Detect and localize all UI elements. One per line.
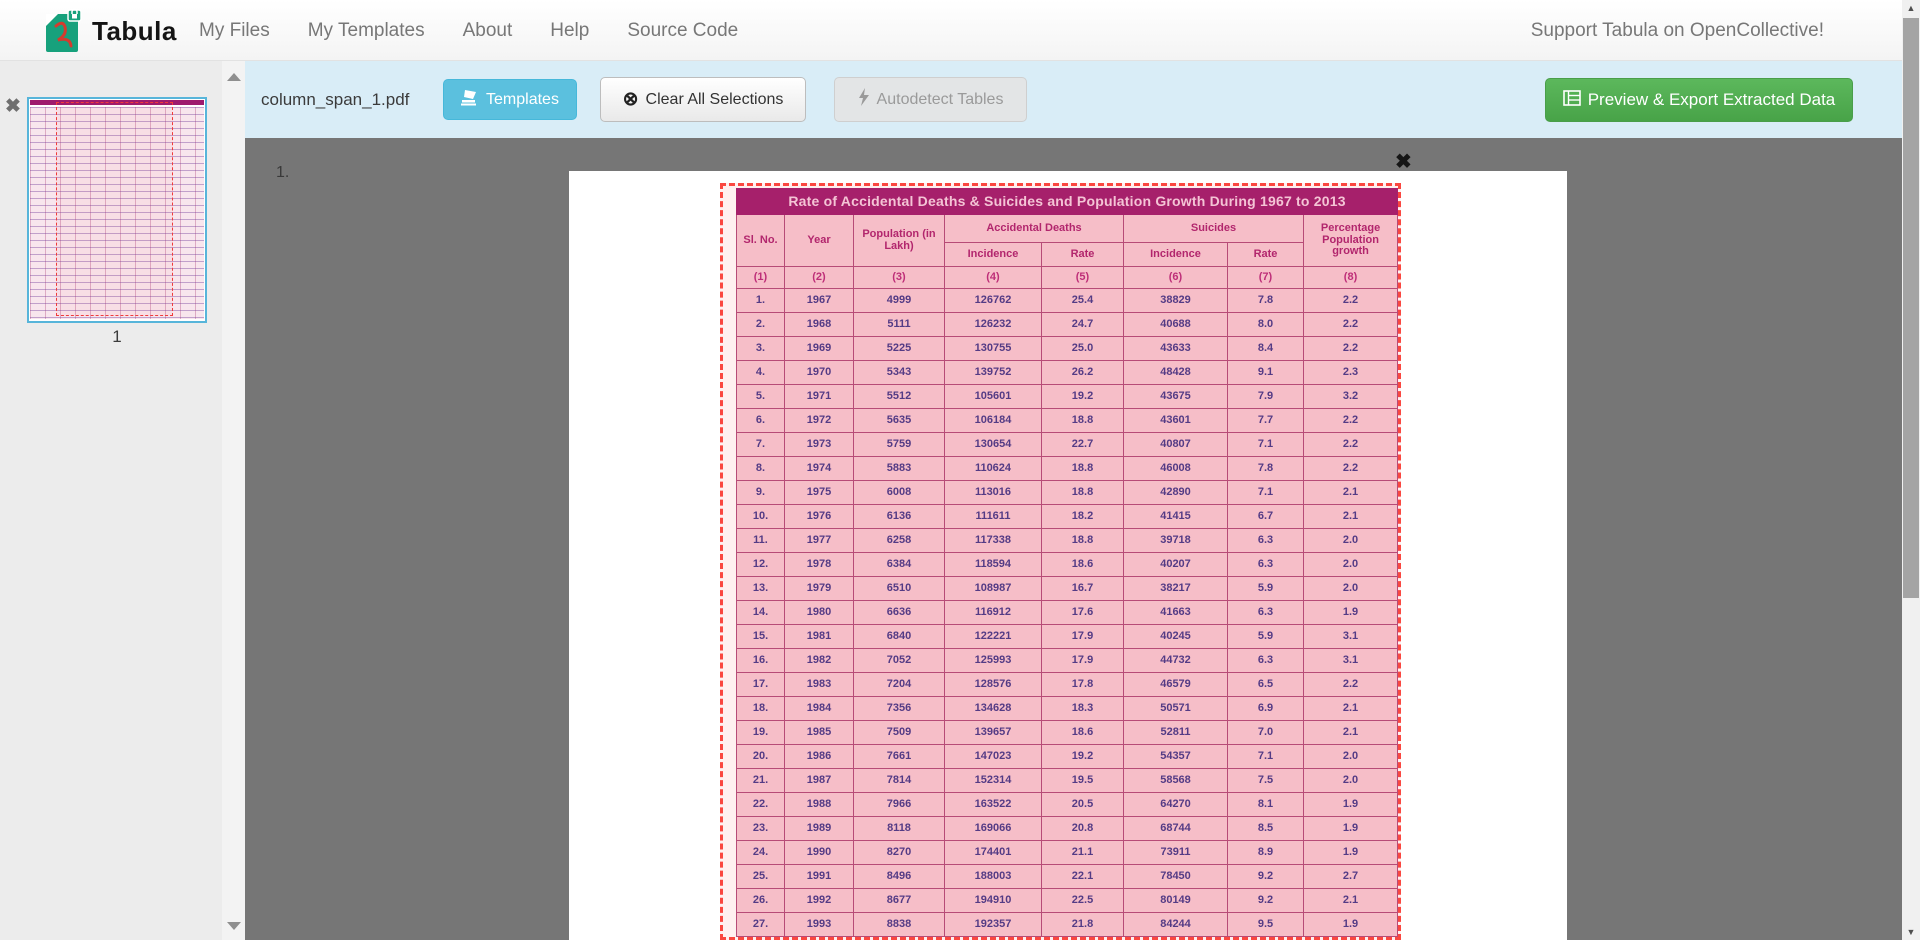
autodetect-tables-button[interactable]: Autodetect Tables xyxy=(834,77,1027,122)
selection-close-icon[interactable]: ✖ xyxy=(1395,152,1412,172)
thumbnail-page-number: 1 xyxy=(27,327,207,347)
browser-scrollbar[interactable]: ▲ ▼ xyxy=(1902,0,1920,940)
stamp-icon xyxy=(461,89,479,111)
tabula-logo-icon xyxy=(44,8,84,54)
page-marker: 1. xyxy=(276,164,289,182)
page-thumbnail[interactable] xyxy=(27,97,207,323)
scrollbar-down-icon[interactable]: ▼ xyxy=(1902,924,1920,940)
autodetect-button-label: Autodetect Tables xyxy=(877,91,1004,109)
lightning-icon xyxy=(858,88,870,111)
scroll-up-icon[interactable] xyxy=(227,73,241,81)
sidebar-scrollbar[interactable] xyxy=(222,61,245,940)
navbar: Tabula My Files My Templates About Help … xyxy=(0,0,1920,61)
remove-page-icon[interactable]: ✖ xyxy=(5,97,21,116)
nav-item-source-code[interactable]: Source Code xyxy=(608,20,757,42)
thumbnail-selection-overlay xyxy=(56,102,173,316)
support-link[interactable]: Support Tabula on OpenCollective! xyxy=(1531,0,1824,61)
nav-item-about[interactable]: About xyxy=(444,20,532,42)
templates-button[interactable]: Templates xyxy=(443,79,577,120)
document-filename: column_span_1.pdf xyxy=(261,61,409,138)
brand-title[interactable]: Tabula xyxy=(92,16,177,47)
document-toolbar: column_span_1.pdf Templates ⊗ Clear All … xyxy=(245,61,1902,138)
scrollbar-thumb[interactable] xyxy=(1903,18,1919,598)
scroll-down-icon[interactable] xyxy=(227,922,241,930)
export-button-label: Preview & Export Extracted Data xyxy=(1588,90,1836,110)
table-list-icon xyxy=(1563,90,1581,111)
nav-item-help[interactable]: Help xyxy=(531,20,608,42)
brand[interactable]: Tabula xyxy=(44,8,177,54)
pdf-viewer-area: 1. Rate of Accidental Deaths & Suicides … xyxy=(245,138,1902,940)
nav-links: My Files My Templates About Help Source … xyxy=(180,0,757,61)
circle-x-icon: ⊗ xyxy=(623,90,639,109)
page-thumbnail-sidebar: ✖ 1 xyxy=(0,61,222,940)
clear-all-selections-button[interactable]: ⊗ Clear All Selections xyxy=(600,77,806,122)
nav-item-my-templates[interactable]: My Templates xyxy=(289,20,444,42)
scrollbar-up-icon[interactable]: ▲ xyxy=(1902,0,1920,16)
nav-item-my-files[interactable]: My Files xyxy=(180,20,289,42)
clear-button-label: Clear All Selections xyxy=(646,91,784,109)
templates-button-label: Templates xyxy=(486,91,559,109)
preview-export-button[interactable]: Preview & Export Extracted Data xyxy=(1545,78,1853,122)
table-selection-box[interactable] xyxy=(720,183,1401,940)
